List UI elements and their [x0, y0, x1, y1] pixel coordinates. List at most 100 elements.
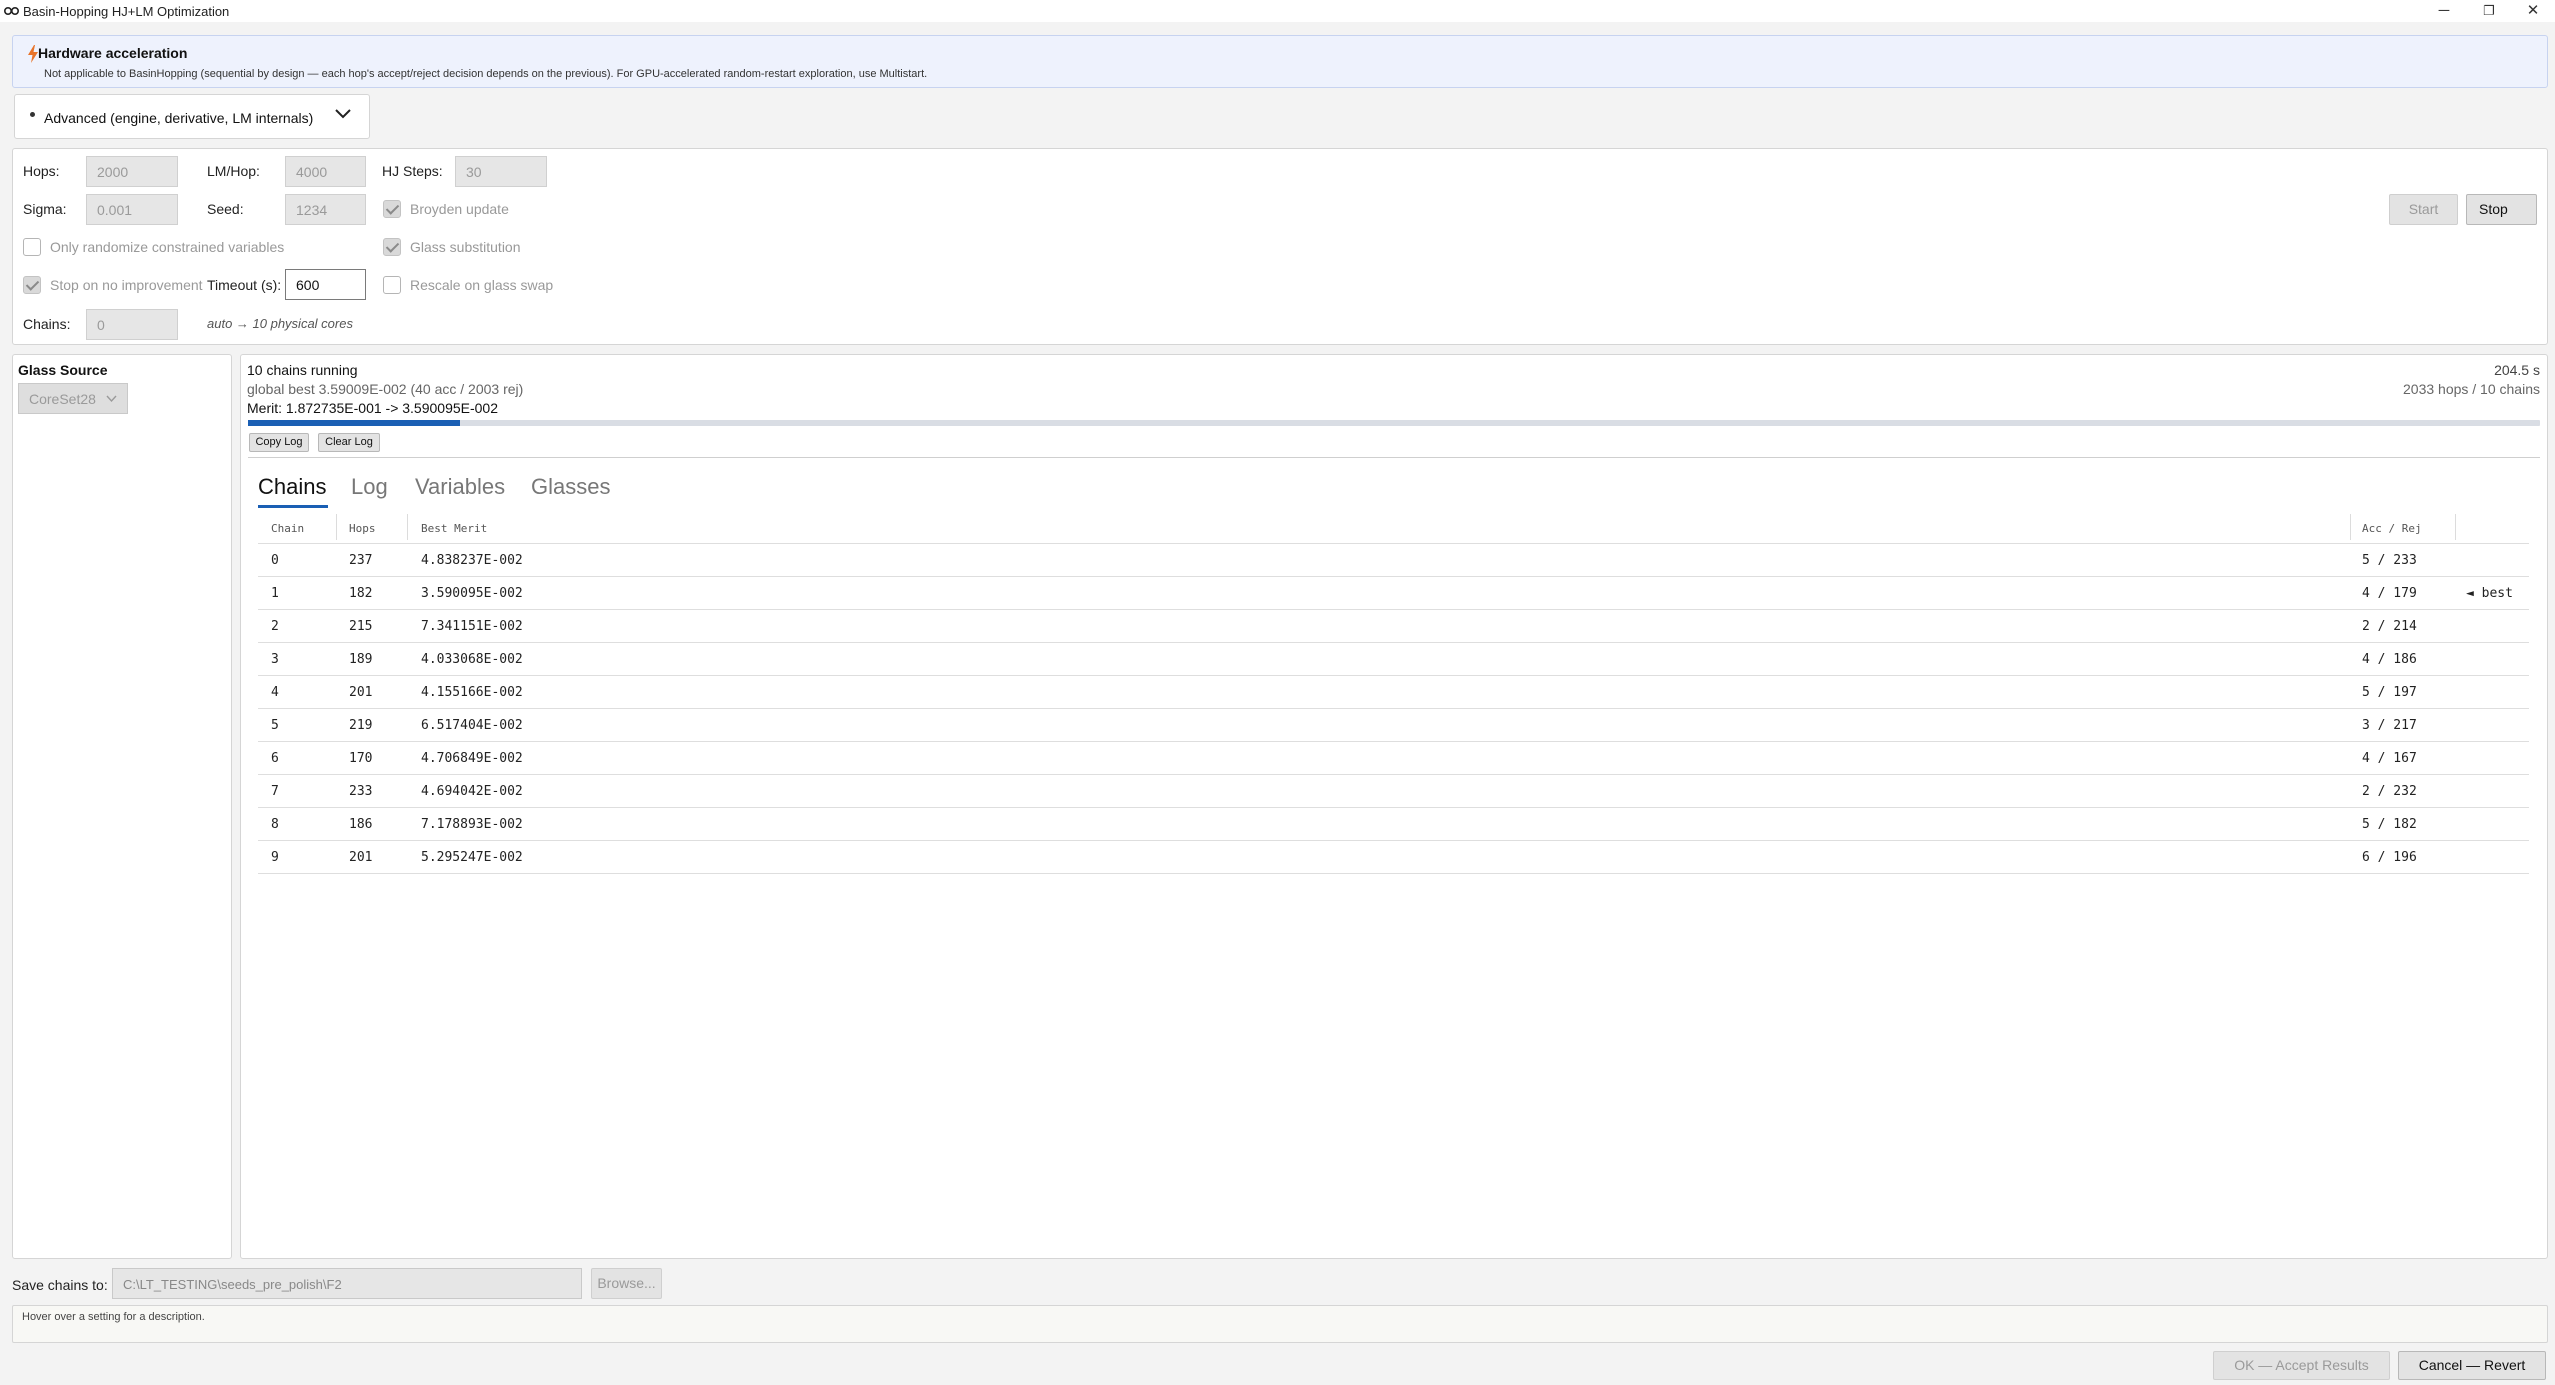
chain-cell: 2 [271, 619, 279, 634]
chains-label: Chains: [23, 316, 71, 332]
best-merit-cell: 4.706849E-002 [421, 751, 523, 766]
chain-cell: 9 [271, 850, 279, 865]
chevron-down-icon[interactable] [334, 108, 352, 120]
chain-cell: 6 [271, 751, 279, 766]
chain-cell: 8 [271, 817, 279, 832]
acc-rej-cell: 6 / 196 [2362, 850, 2417, 865]
window-title: Basin-Hopping HJ+LM Optimization [23, 4, 230, 19]
stop-no-improvement-label: Stop on no improvement [50, 277, 203, 293]
glass-source-panel [12, 354, 232, 1259]
best-merit-cell: 4.838237E-002 [421, 553, 523, 568]
hops-cell: 201 [349, 850, 373, 865]
close-button[interactable]: ✕ [2510, 0, 2555, 22]
status-global-best: global best 3.59009E-002 (40 acc / 2003 … [247, 381, 524, 397]
best-merit-cell: 4.155166E-002 [421, 685, 523, 700]
best-marker: ◄ best [2466, 586, 2513, 601]
chain-cell: 3 [271, 652, 279, 667]
advanced-label: Advanced (engine, derivative, LM interna… [44, 110, 314, 126]
table-row[interactable] [258, 841, 2529, 874]
stop-button[interactable]: Stop [2466, 194, 2537, 225]
table-row[interactable] [258, 742, 2529, 775]
maximize-button[interactable]: ❐ [2466, 0, 2512, 22]
acc-rej-cell: 4 / 179 [2362, 586, 2417, 601]
hops-cell: 189 [349, 652, 373, 667]
tab-glasses[interactable]: Glasses [531, 474, 610, 500]
stop-no-improvement-checkbox[interactable] [23, 276, 41, 294]
acc-rej-cell: 5 / 182 [2362, 817, 2417, 832]
table-row[interactable] [258, 643, 2529, 676]
sigma-field[interactable]: 0.001 [86, 194, 178, 225]
copy-log-button[interactable]: Copy Log [249, 433, 309, 452]
best-merit-cell: 3.590095E-002 [421, 586, 523, 601]
hardware-acceleration-banner [12, 35, 2548, 88]
table-row[interactable] [258, 577, 2529, 610]
table-header [258, 514, 2529, 544]
column-separator [2455, 514, 2456, 540]
acc-rej-cell: 5 / 233 [2362, 553, 2417, 568]
best-merit-cell: 4.033068E-002 [421, 652, 523, 667]
broyden-label: Broyden update [410, 201, 509, 217]
elapsed-time: 204.5 s [2494, 362, 2540, 378]
glass-source-value: CoreSet28 [29, 391, 96, 407]
tab-chains[interactable]: Chains [258, 474, 326, 500]
cancel-revert-button[interactable]: Cancel — Revert [2398, 1351, 2546, 1380]
broyden-checkbox[interactable] [383, 200, 401, 218]
tab-log[interactable]: Log [351, 474, 388, 500]
column-header-hops[interactable]: Hops [349, 522, 376, 535]
clear-log-button[interactable]: Clear Log [318, 433, 380, 452]
acc-rej-cell: 5 / 197 [2362, 685, 2417, 700]
acc-rej-cell: 2 / 232 [2362, 784, 2417, 799]
status-running: 10 chains running [247, 362, 358, 378]
app-icon [4, 7, 19, 15]
glass-source-title: Glass Source [18, 362, 108, 378]
save-path-field[interactable]: C:\LT_TESTING\seeds_pre_polish\F2 [112, 1268, 582, 1299]
bullet-icon [30, 112, 35, 117]
rescale-checkbox[interactable] [383, 276, 401, 294]
column-separator [407, 514, 408, 540]
column-header-chain[interactable]: Chain [271, 522, 304, 535]
accept-results-button[interactable]: OK — Accept Results [2213, 1351, 2390, 1380]
minimize-button[interactable]: ─ [2421, 0, 2467, 22]
column-header-acc-rej[interactable]: Acc / Rej [2362, 522, 2422, 535]
column-header-best-merit[interactable]: Best Merit [421, 522, 487, 535]
chevron-down-icon [106, 395, 117, 403]
table-row[interactable] [258, 808, 2529, 841]
chain-cell: 0 [271, 553, 279, 568]
browse-button[interactable]: Browse... [591, 1268, 662, 1299]
seed-label: Seed: [207, 201, 244, 217]
seed-field[interactable]: 1234 [285, 194, 366, 225]
only-randomize-checkbox[interactable] [23, 238, 41, 256]
table-row[interactable] [258, 610, 2529, 643]
timeout-field[interactable]: 600 [285, 269, 366, 300]
hops-field[interactable]: 2000 [86, 156, 178, 187]
hj-steps-label: HJ Steps: [382, 163, 443, 179]
sigma-label: Sigma: [23, 201, 67, 217]
acc-rej-cell: 4 / 167 [2362, 751, 2417, 766]
lm-hop-field[interactable]: 4000 [285, 156, 366, 187]
glass-substitution-label: Glass substitution [410, 239, 521, 255]
banner-title: Hardware acceleration [38, 45, 188, 61]
best-merit-cell: 4.694042E-002 [421, 784, 523, 799]
tab-variables[interactable]: Variables [415, 474, 505, 500]
divider [248, 457, 2540, 458]
glass-source-select[interactable]: CoreSet28 [18, 383, 128, 414]
chain-cell: 4 [271, 685, 279, 700]
acc-rej-cell: 3 / 217 [2362, 718, 2417, 733]
progress-fill [248, 420, 460, 426]
progress-bar [248, 420, 2540, 426]
hops-cell: 170 [349, 751, 373, 766]
table-row[interactable] [258, 775, 2529, 808]
hj-steps-field[interactable]: 30 [455, 156, 547, 187]
table-row[interactable] [258, 709, 2529, 742]
hops-cell: 215 [349, 619, 373, 634]
table-row[interactable] [258, 676, 2529, 709]
description-area [12, 1305, 2548, 1343]
save-chains-label: Save chains to: [12, 1277, 108, 1293]
glass-substitution-checkbox[interactable] [383, 238, 401, 256]
table-row[interactable] [258, 544, 2529, 577]
chains-hint: auto → 10 physical cores [207, 316, 353, 331]
start-button[interactable]: Start [2389, 194, 2458, 225]
best-merit-cell: 7.178893E-002 [421, 817, 523, 832]
timeout-label: Timeout (s): [207, 277, 282, 293]
chains-field[interactable]: 0 [86, 309, 178, 340]
